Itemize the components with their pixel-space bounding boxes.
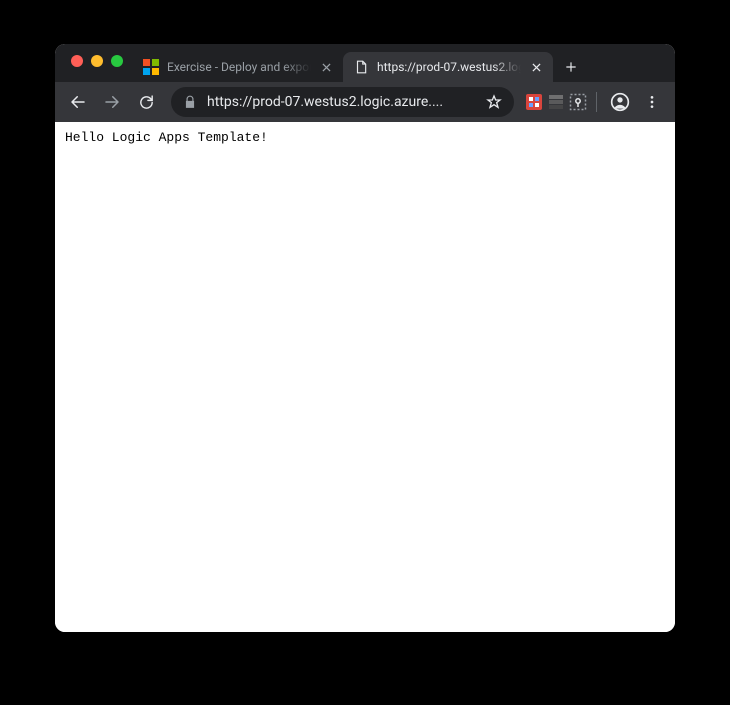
page-body-text: Hello Logic Apps Template! [65,130,268,145]
extension-icon-2[interactable] [546,92,566,112]
window-minimize-button[interactable] [91,55,103,67]
window-maximize-button[interactable] [111,55,123,67]
window-close-button[interactable] [71,55,83,67]
tab-title: https://prod-07.westus2.logic [377,60,521,74]
url-text: https://prod-07.westus2.logic.azure.... [207,94,476,110]
microsoft-logo-icon [143,59,159,75]
toolbar-right [524,87,667,117]
reload-button[interactable] [131,87,161,117]
tab-active[interactable]: https://prod-07.westus2.logic [343,52,553,82]
browser-window: Exercise - Deploy and export https://pro… [55,44,675,632]
window-controls [63,55,133,77]
file-icon [353,59,369,75]
toolbar-divider [596,92,597,112]
tab-close-icon[interactable] [529,60,543,74]
tab-strip: Exercise - Deploy and export https://pro… [55,44,675,82]
tab-title: Exercise - Deploy and export [167,60,311,74]
menu-button[interactable] [637,87,667,117]
tab-inactive[interactable]: Exercise - Deploy and export [133,52,343,82]
tabs-container: Exercise - Deploy and export https://pro… [133,50,675,82]
page-content: Hello Logic Apps Template! [55,122,675,632]
extension-icon-3[interactable] [568,92,588,112]
forward-button[interactable] [97,87,127,117]
back-button[interactable] [63,87,93,117]
extension-icon-1[interactable] [524,92,544,112]
address-bar[interactable]: https://prod-07.westus2.logic.azure.... [171,87,514,117]
new-tab-button[interactable] [557,53,585,81]
toolbar: https://prod-07.westus2.logic.azure.... [55,82,675,122]
lock-icon[interactable] [183,95,197,109]
tab-close-icon[interactable] [319,60,333,74]
profile-button[interactable] [605,87,635,117]
bookmark-star-icon[interactable] [486,94,502,110]
